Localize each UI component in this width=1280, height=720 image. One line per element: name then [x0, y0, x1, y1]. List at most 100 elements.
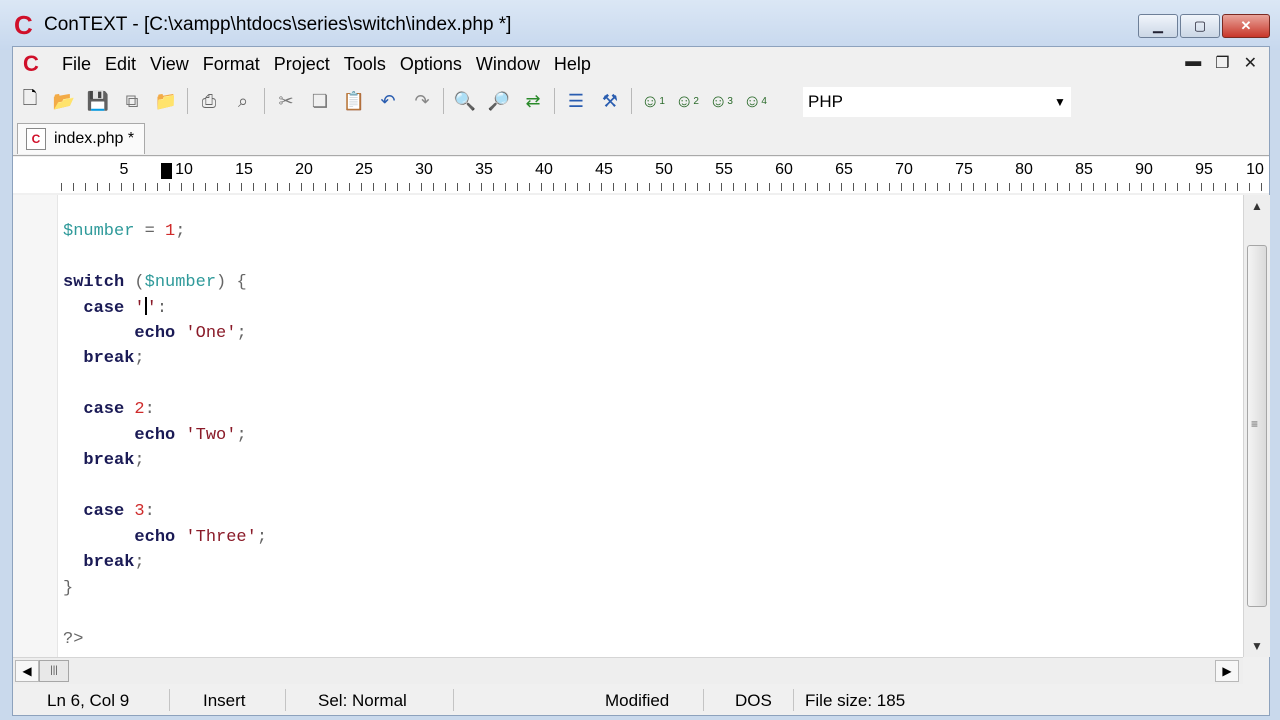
doc-close-icon[interactable]: ✕	[1244, 53, 1257, 73]
user-command-3-icon[interactable]: ☺ 3	[706, 86, 736, 116]
ruler-label: 85	[1075, 161, 1093, 178]
ruler-label: 10	[175, 161, 193, 178]
tools-icon[interactable]: ⚒	[595, 86, 625, 116]
replace-icon[interactable]: ⇄	[518, 86, 548, 116]
scroll-down-icon[interactable]: ▼	[1244, 635, 1270, 657]
code-token: :	[144, 400, 155, 419]
ruler-label: 90	[1135, 161, 1153, 178]
ruler-label: 80	[1015, 161, 1033, 178]
print-icon[interactable]: ⎙	[194, 86, 224, 116]
ruler-label: 50	[655, 161, 673, 178]
code-token: '	[124, 299, 145, 318]
code-token: ;	[236, 426, 247, 445]
document-icon[interactable]: C	[23, 52, 47, 76]
paste-icon[interactable]: 📋	[339, 86, 369, 116]
language-select-value: PHP	[808, 92, 843, 111]
window-title: ConTEXT - [C:\xampp\htdocs\series\switch…	[44, 14, 512, 35]
language-select[interactable]: PHP ▼	[803, 87, 1071, 117]
ruler-label: 25	[355, 161, 373, 178]
open-folder-icon[interactable]: 📂	[49, 86, 79, 116]
doc-restore-icon[interactable]: ❐	[1215, 53, 1229, 73]
scrollbar-thumb[interactable]: |||	[39, 660, 69, 682]
code-token: 2	[124, 400, 145, 419]
editor-gutter	[13, 195, 58, 657]
menu-project[interactable]: Project	[267, 54, 337, 75]
menu-format[interactable]: Format	[196, 54, 267, 75]
user-command-4-icon[interactable]: ☺ 4	[740, 86, 770, 116]
code-line: $number = 1;	[63, 221, 185, 243]
code-token: 3	[124, 502, 145, 521]
menu-edit[interactable]: Edit	[98, 54, 143, 75]
menu-help[interactable]: Help	[547, 54, 598, 75]
code-token: break	[63, 451, 135, 470]
vertical-scrollbar[interactable]: ▲ ≡ ▼	[1243, 195, 1270, 657]
code-token: 'Two'	[175, 426, 237, 445]
code-token: }	[63, 579, 74, 598]
find-next-icon[interactable]: 🔎	[484, 86, 514, 116]
scroll-left-icon[interactable]: ◀	[15, 660, 39, 682]
code-token: ;	[134, 349, 145, 368]
print-preview-icon[interactable]: ⌕	[228, 86, 258, 116]
redo-icon[interactable]: ↷	[407, 86, 437, 116]
code-token: :	[144, 502, 155, 521]
menu-view[interactable]: View	[143, 54, 196, 75]
code-token: case	[63, 400, 125, 419]
doc-minimize-icon[interactable]: ▬	[1185, 53, 1201, 73]
menu-file[interactable]: File	[55, 54, 98, 75]
ruler-label: 55	[715, 161, 733, 178]
status-bar: Ln 6, Col 9 Insert Sel: Normal Modified …	[13, 685, 1269, 715]
menu-tools[interactable]: Tools	[337, 54, 393, 75]
status-modified: Modified	[605, 691, 670, 710]
status-selection-mode: Sel: Normal	[318, 691, 407, 710]
maximize-button[interactable]: ▢	[1180, 14, 1220, 38]
find-icon[interactable]: 🔍	[450, 86, 480, 116]
chevron-down-icon[interactable]: ▼	[1050, 95, 1070, 109]
ruler-label: 15	[235, 161, 253, 178]
horizontal-scrollbar[interactable]: ◀ ||| ▶	[13, 657, 1243, 684]
save-icon[interactable]: 💾	[83, 86, 113, 116]
open-project-icon[interactable]: 📁	[151, 86, 181, 116]
copy-icon[interactable]: ❏	[305, 86, 335, 116]
toolbar-separator	[631, 88, 632, 114]
menu-bar: C File Edit View Format Project Tools Op…	[13, 47, 1269, 81]
tab-index-php[interactable]: C index.php *	[17, 123, 145, 154]
status-line-endings: DOS	[735, 691, 772, 710]
code-line: echo 'One';	[63, 323, 247, 345]
toolbar-separator	[554, 88, 555, 114]
code-editor[interactable]: $number = 1; switch ($number) { case ' ':…	[13, 195, 1243, 657]
toolbar-separator	[264, 88, 265, 114]
toolbar-separator	[443, 88, 444, 114]
grip-icon: ≡	[1251, 417, 1259, 431]
tab-strip: C index.php *	[13, 121, 1269, 156]
ruler-label: 40	[535, 161, 553, 178]
cut-icon[interactable]: ✂	[271, 86, 301, 116]
status-separator	[169, 689, 170, 711]
ruler-label: 10	[1246, 161, 1264, 178]
status-separator	[703, 689, 704, 711]
code-token: break	[63, 349, 135, 368]
ruler-ticks	[61, 183, 1269, 191]
close-button[interactable]: ✕	[1222, 14, 1270, 38]
ruler-label: 35	[475, 161, 493, 178]
user-command-1-icon[interactable]: ☺ 1	[638, 86, 668, 116]
menu-window[interactable]: Window	[469, 54, 547, 75]
code-token: echo	[63, 528, 176, 547]
ruler-label: 60	[775, 161, 793, 178]
toolbar-separator	[187, 88, 188, 114]
undo-icon[interactable]: ↶	[373, 86, 403, 116]
main-window: C File Edit View Format Project Tools Op…	[12, 46, 1270, 716]
save-all-icon[interactable]: ⧉	[117, 86, 147, 116]
new-file-icon[interactable]: 🗋	[15, 86, 45, 116]
status-separator	[793, 689, 794, 711]
user-command-2-icon[interactable]: ☺ 2	[672, 86, 702, 116]
toolbar: 🗋 📂 💾 ⧉ 📁 ⎙ ⌕ ✂ ❏ 📋 ↶ ↷ 🔍 🔎 ⇄ ☰ ⚒ ☺ 1 ☺ 2 …	[13, 83, 1269, 119]
menu-options[interactable]: Options	[393, 54, 469, 75]
scroll-right-icon[interactable]: ▶	[1215, 660, 1239, 682]
code-token: ;	[236, 324, 247, 343]
ruler-label: 95	[1195, 161, 1213, 178]
minimize-button[interactable]: ▁	[1138, 14, 1178, 38]
status-separator	[285, 689, 286, 711]
scroll-up-icon[interactable]: ▲	[1244, 195, 1270, 217]
export-icon[interactable]: ☰	[561, 86, 591, 116]
code-line: break;	[63, 552, 144, 574]
